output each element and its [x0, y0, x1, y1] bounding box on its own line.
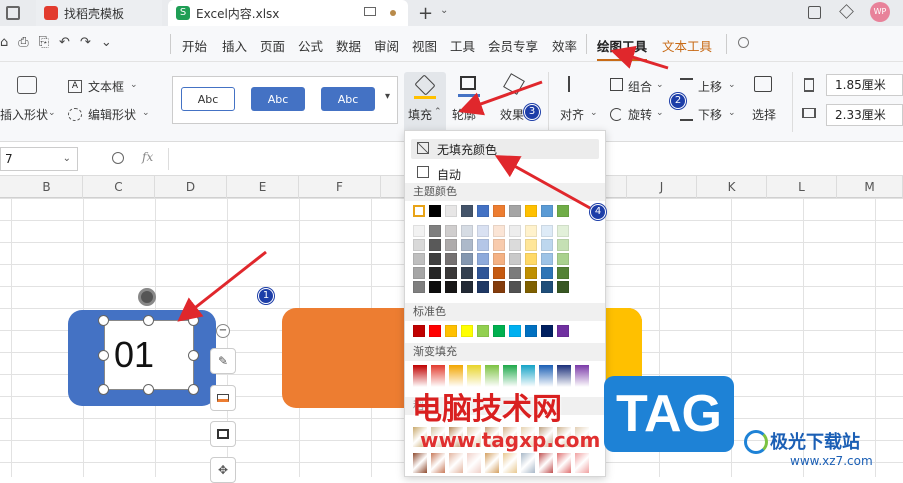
- callout-badge-3: 3: [524, 104, 540, 120]
- callout-badge-1: 1: [258, 288, 274, 304]
- arrow-to-shape: [177, 250, 267, 322]
- callout-badge-2: 2: [670, 93, 686, 109]
- arrow-to-no-fill: [494, 155, 591, 210]
- annotation-arrows: [177, 45, 669, 322]
- arrow-to-drawing-tools: [610, 45, 669, 70]
- callout-badge-4: 4: [590, 204, 606, 220]
